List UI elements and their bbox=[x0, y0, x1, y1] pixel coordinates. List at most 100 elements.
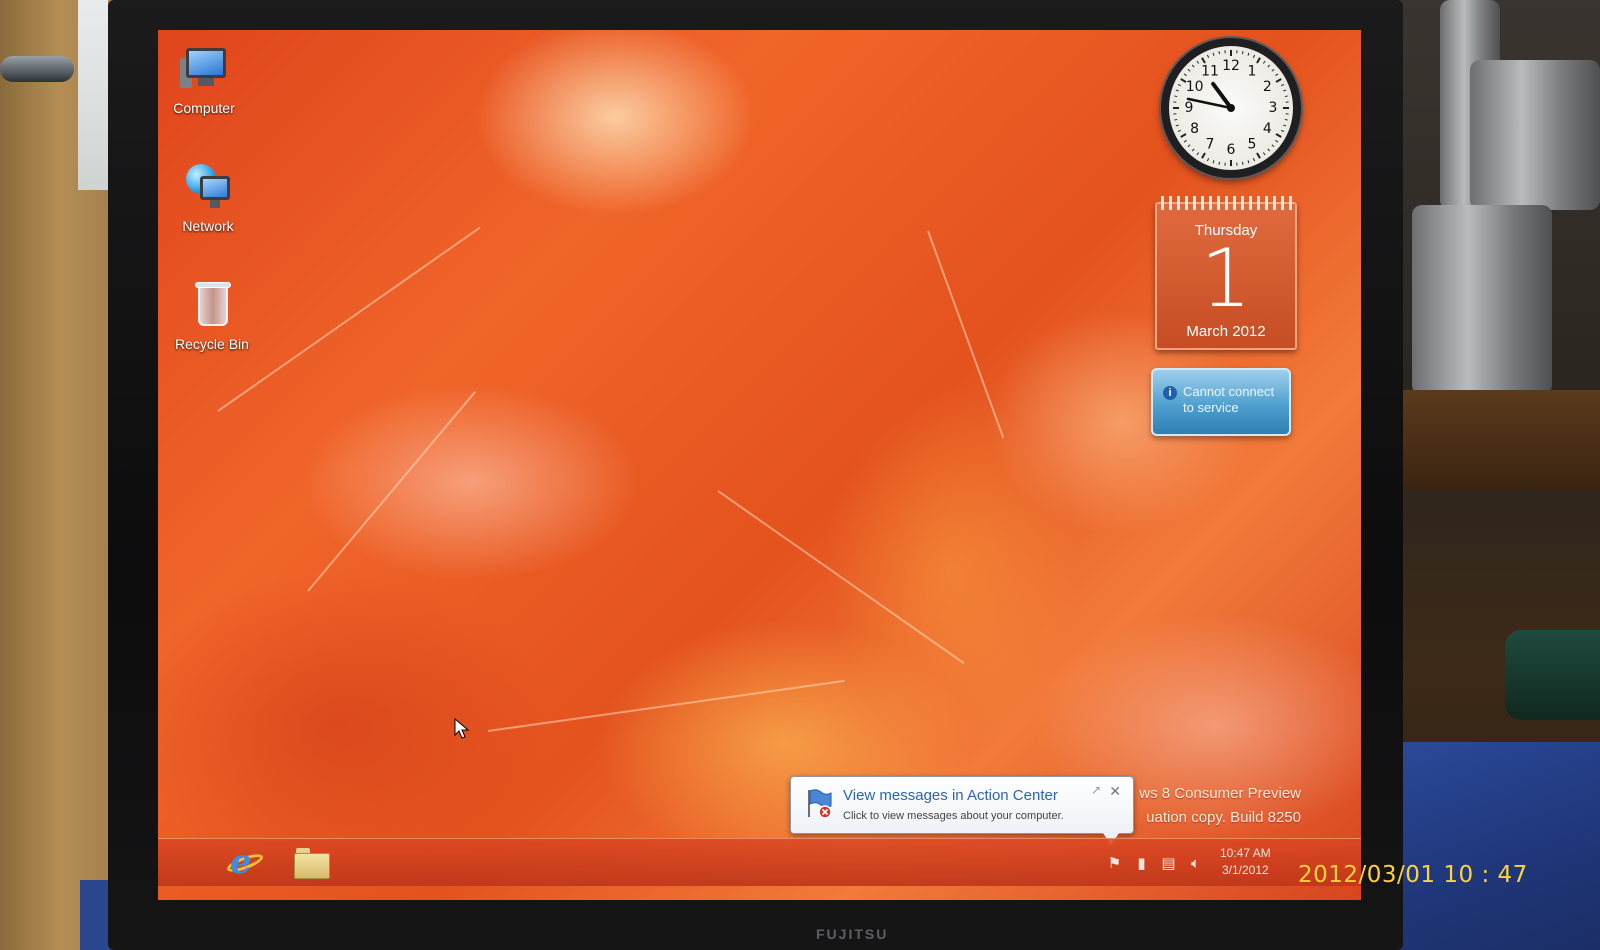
info-icon: i bbox=[1163, 386, 1177, 400]
clock-number: 9 bbox=[1185, 100, 1194, 116]
clock-tick bbox=[1262, 60, 1266, 64]
calendar-rings bbox=[1161, 196, 1295, 210]
clock-number: 3 bbox=[1269, 100, 1278, 116]
clock-tick bbox=[1241, 51, 1244, 55]
action-center-flag-icon[interactable]: ⚑ bbox=[1106, 855, 1123, 872]
desktop-icon-network[interactable]: Network bbox=[158, 162, 258, 234]
desktop-icon-recycle-bin[interactable]: Recycle Bin bbox=[162, 280, 262, 352]
clock-tick bbox=[1284, 118, 1288, 121]
clock-number: 8 bbox=[1190, 121, 1199, 137]
metal-canister bbox=[1470, 60, 1600, 210]
clock-tick bbox=[1284, 95, 1288, 98]
clock-tick bbox=[1252, 158, 1256, 162]
clock-tick bbox=[1175, 89, 1179, 92]
watermark-line-2: uation copy. Build 8250 bbox=[1146, 809, 1301, 826]
clock-tick bbox=[1247, 160, 1250, 164]
notification-title[interactable]: View messages in Action Center bbox=[843, 787, 1058, 804]
clock-tick bbox=[1241, 161, 1244, 165]
network-icon bbox=[182, 162, 234, 214]
wallpaper-leaf-vein bbox=[717, 490, 965, 664]
clock-tick bbox=[1201, 152, 1206, 159]
clock-tick bbox=[1177, 129, 1181, 133]
clock-tick bbox=[1191, 64, 1195, 68]
pin-icon[interactable]: ↗ bbox=[1091, 783, 1101, 797]
gadget-error-message: Cannot connect to service bbox=[1183, 384, 1275, 415]
desk-surface bbox=[1380, 742, 1600, 950]
battery-icon[interactable]: ▮ bbox=[1133, 855, 1150, 872]
clock-number: 12 bbox=[1222, 58, 1240, 74]
clock-tick bbox=[1247, 52, 1250, 56]
clock-number: 4 bbox=[1263, 121, 1272, 137]
clock-tick bbox=[1281, 129, 1285, 133]
metal-canister bbox=[1412, 205, 1552, 395]
desktop-icon-label: Computer bbox=[173, 100, 235, 116]
clock-tick bbox=[1187, 68, 1191, 72]
clock-tick bbox=[1174, 118, 1178, 121]
clock-face: 12 12 3 45678 9 1011 bbox=[1173, 50, 1289, 166]
clock-tick bbox=[1201, 57, 1206, 64]
desktop-screen[interactable]: Computer Network Recycle Bin 12 1 2 3 4 5 6 7 8 9… bbox=[158, 30, 1361, 900]
clock-number: 7 bbox=[1206, 136, 1215, 152]
taskbar-time: 10:47 AM bbox=[1220, 846, 1271, 860]
clock-tick bbox=[1271, 68, 1275, 72]
calendar-month-year: March 2012 bbox=[1186, 323, 1266, 340]
clock-tick bbox=[1180, 133, 1187, 138]
notification-subtitle: Click to view messages about your comput… bbox=[843, 810, 1064, 822]
weather-gadget[interactable]: i Cannot connect to service bbox=[1151, 368, 1291, 436]
clock-tick bbox=[1196, 60, 1200, 64]
system-tray: ⚑ ▮ ▤ 🔈︎ bbox=[1106, 849, 1204, 877]
clock-tick bbox=[1256, 152, 1261, 159]
taskbar-file-explorer-button[interactable] bbox=[288, 843, 334, 883]
clock-tick bbox=[1212, 160, 1215, 164]
desktop-icon-computer[interactable]: Computer bbox=[158, 44, 254, 116]
action-center-notification[interactable]: View messages in Action Center Click to … bbox=[790, 776, 1134, 845]
clock-number: 5 bbox=[1248, 136, 1257, 152]
close-icon[interactable]: ✕ bbox=[1109, 783, 1121, 800]
clock-tick bbox=[1206, 54, 1210, 58]
clock-tick bbox=[1281, 83, 1285, 87]
paper-sheet bbox=[78, 0, 108, 190]
clock-tick bbox=[1275, 139, 1279, 143]
clock-tick bbox=[1267, 64, 1271, 68]
taskbar-clock[interactable]: 10:47 AM 3/1/2012 bbox=[1220, 845, 1271, 879]
recycle-bin-icon bbox=[186, 280, 238, 332]
clock-tick bbox=[1256, 57, 1261, 64]
wallpaper-leaf-vein bbox=[927, 230, 1005, 439]
clock-number: 10 bbox=[1186, 79, 1204, 95]
clock-tick bbox=[1275, 133, 1282, 138]
taskbar-date: 3/1/2012 bbox=[1221, 863, 1269, 877]
wooden-shelf bbox=[1390, 390, 1600, 490]
mouse-pointer-icon bbox=[454, 718, 470, 739]
clock-number: 2 bbox=[1263, 79, 1272, 95]
green-object bbox=[1505, 630, 1600, 720]
clock-tick bbox=[1196, 152, 1200, 156]
clock-tick bbox=[1283, 124, 1287, 127]
internet-explorer-icon: e bbox=[230, 842, 252, 882]
taskbar-internet-explorer-button[interactable]: e bbox=[222, 843, 268, 883]
folder-icon bbox=[294, 853, 330, 879]
calendar-gadget[interactable]: Thursday 1 March 2012 bbox=[1155, 196, 1297, 350]
volume-icon[interactable]: 🔈︎ bbox=[1187, 855, 1204, 872]
clock-center-pin bbox=[1227, 104, 1235, 112]
clock-tick bbox=[1271, 144, 1275, 148]
wallpaper-leaf-vein bbox=[487, 679, 845, 732]
clock-gadget[interactable]: 12 1 2 3 4 5 6 7 8 9 10 11 bbox=[1161, 38, 1301, 178]
clock-tick bbox=[1177, 83, 1181, 87]
desktop-icon-label: Recycle Bin bbox=[175, 336, 249, 352]
taskbar: e ⚑ ▮ ▤ 🔈︎ 10:47 AM 3/1/2012 bbox=[158, 838, 1361, 886]
clock-tick bbox=[1183, 139, 1187, 143]
computer-icon bbox=[178, 44, 230, 96]
clock-tick bbox=[1191, 148, 1195, 152]
clock-tick bbox=[1252, 54, 1256, 58]
clock-tick bbox=[1218, 161, 1221, 165]
clock-tick bbox=[1175, 124, 1179, 127]
clock-tick bbox=[1187, 144, 1191, 148]
clock-number: 6 bbox=[1227, 142, 1236, 158]
network-icon[interactable]: ▤ bbox=[1160, 855, 1177, 872]
door-handle bbox=[0, 56, 74, 82]
monitor-brand-logo: FUJITSU bbox=[816, 926, 889, 942]
clock-tick bbox=[1262, 152, 1266, 156]
clock-tick bbox=[1275, 78, 1282, 83]
clock-tick bbox=[1218, 51, 1221, 55]
clock-tick bbox=[1267, 148, 1271, 152]
